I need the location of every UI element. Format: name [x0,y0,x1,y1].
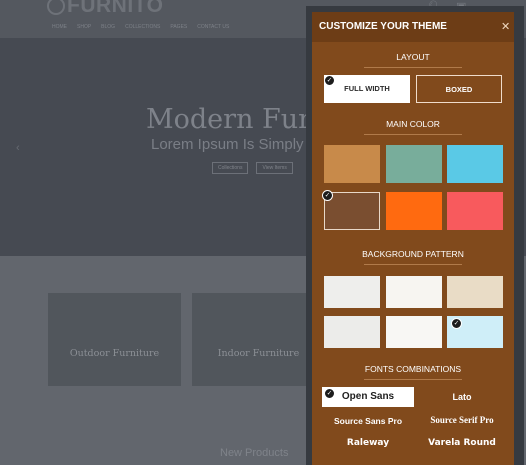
main-color-heading: MAIN COLOR [386,119,440,129]
site-logo-text: FURNITO [67,0,164,17]
background-pattern-heading: BACKGROUND PATTERN [362,249,464,259]
color-swatch-teal[interactable] [386,145,442,183]
font-option-varela-round[interactable]: Varela Round [416,433,508,453]
logo-mark-icon [47,0,65,16]
close-icon[interactable]: ✕ [501,20,510,33]
pattern-swatch-1[interactable] [324,276,380,308]
color-swatch-orange[interactable] [386,192,442,230]
panel-header: CUSTOMIZE YOUR THEME ✕ [312,12,514,42]
collections-button[interactable]: Collections [212,162,249,174]
nav-item-collections[interactable]: COLLECTIONS [125,24,160,30]
nav-item-blog[interactable]: BLOG [101,24,115,30]
nav-item-home[interactable]: HOME [52,24,67,30]
customize-panel: CUSTOMIZE YOUR THEME ✕ LAYOUT FULL WIDTH… [312,12,514,465]
boxed-button[interactable]: BOXED [416,75,502,103]
divider [364,264,462,265]
view-items-button[interactable]: View Items [256,162,293,174]
hero-buttons: Collections View Items [212,162,293,174]
layout-heading: LAYOUT [396,52,430,62]
color-swatch-coral[interactable] [447,192,503,230]
divider [364,67,462,68]
divider [364,134,462,135]
checkmark-icon: ✓ [322,190,333,201]
font-option-source-sans-pro[interactable]: Source Sans Pro [322,411,414,431]
pattern-swatch-2[interactable] [386,276,442,308]
section-heading: New Products [220,447,289,459]
site-nav: HOME SHOP BLOG COLLECTIONS PAGES CONTACT… [52,24,229,30]
color-swatch-sky-blue[interactable] [447,145,503,183]
panel-title: CUSTOMIZE YOUR THEME [319,21,447,32]
color-swatch-orange-tan[interactable] [324,145,380,183]
full-width-button[interactable]: FULL WIDTH [324,75,410,103]
font-option-lato[interactable]: Lato [416,387,508,407]
nav-item-contact[interactable]: CONTACT US [197,24,229,30]
font-option-open-sans[interactable]: Open Sans [322,387,414,407]
pattern-swatch-4[interactable] [324,316,380,348]
checkmark-icon: ✓ [451,318,462,329]
font-option-raleway[interactable]: Raleway [322,433,414,453]
checkmark-icon: ✓ [324,388,335,399]
nav-item-shop[interactable]: SHOP [77,24,91,30]
fonts-heading: FONTS COMBINATIONS [364,364,462,374]
category-card-outdoor[interactable]: Outdoor Furniture [48,293,181,386]
chevron-left-icon[interactable]: ‹ [16,142,20,154]
divider [364,379,462,380]
nav-item-pages[interactable]: PAGES [170,24,187,30]
category-label: Outdoor Furniture [69,348,160,359]
pattern-swatch-3[interactable] [447,276,503,308]
hero-subtitle: Lorem Ipsum Is Simply [151,136,304,153]
checkmark-icon: ✓ [324,75,335,86]
font-option-source-serif-pro[interactable]: Source Serif Pro [416,410,508,430]
site-logo[interactable]: FURNITO [47,0,163,18]
pattern-swatch-5[interactable] [386,316,442,348]
